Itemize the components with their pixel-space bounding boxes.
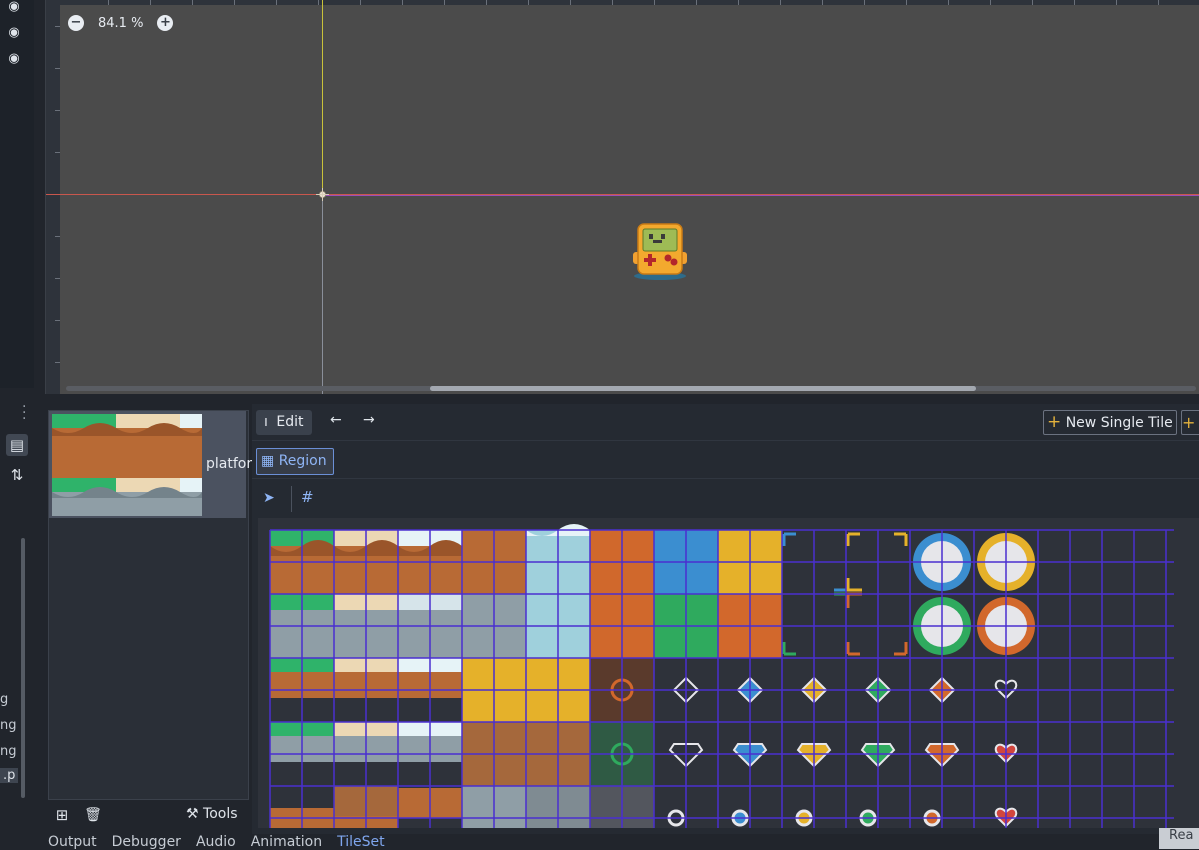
pencil-icon: ı [264,414,268,430]
dock-grip-icon[interactable]: · · · [22,400,30,426]
ruler-tick [55,152,60,153]
ruler-tick [612,0,613,5]
ruler-tick [192,0,193,5]
arrow-right-icon[interactable]: → [363,412,379,428]
cut-off-label: g [0,692,9,707]
tab-audio[interactable]: Audio [196,834,236,850]
layout-toggle-icon[interactable]: ▤ [6,434,28,456]
visibility-eye-icon[interactable]: ◉ [6,52,22,65]
divider [252,440,1199,441]
ruler-tick [55,110,60,111]
region-label: Region [278,453,327,469]
divider [291,486,292,512]
region-icon: ▦ [261,453,275,469]
bottom-panel-tabs: Output Debugger Audio Animation TileSet [48,834,1199,850]
tools-label: Tools [203,806,238,822]
zoom-out-icon[interactable]: − [68,15,84,31]
tileset-texture[interactable] [258,518,1199,828]
ruler-tick [55,236,60,237]
ruler-tick [276,0,277,5]
ruler-tick [55,278,60,279]
ruler-tick [906,0,907,5]
ruler-tick [234,0,235,5]
ruler-tick [1032,0,1033,5]
ruler-tick [654,0,655,5]
edit-button[interactable]: ı Edit [256,410,312,435]
plus-icon: + [1047,412,1062,432]
ruler-tick [696,0,697,5]
plus-icon[interactable]: + [1181,410,1199,435]
ruler-tick [486,0,487,5]
tab-output[interactable]: Output [48,834,97,850]
ruler-tick [318,0,319,5]
ruler-tick [1158,0,1159,5]
ruler-tick [360,0,361,5]
y-axis-line [322,0,323,194]
screen-bound-line [323,195,1199,196]
ruler-tick [402,0,403,5]
divider [252,478,1199,479]
edit-label: Edit [276,414,304,430]
tab-animation[interactable]: Animation [251,834,322,850]
ruler-tick [864,0,865,5]
y-axis-line-lower [322,195,323,394]
new-single-tile-label: New Single Tile [1065,415,1173,431]
2d-viewport[interactable]: − 84.1 % + [45,0,1199,394]
tools-button[interactable]: ⚒ Tools [186,806,238,822]
sort-icon[interactable]: ⇅ [6,464,28,486]
scene-tree-strip: ◉ ◉ ◉ [0,0,34,388]
horizontal-scrollbar[interactable] [430,386,976,391]
arrow-left-icon[interactable]: ← [330,412,346,428]
visibility-eye-icon[interactable]: ◉ [6,0,22,13]
ruler-tick [55,362,60,363]
ruler-tick [948,0,949,5]
player-sprite[interactable] [629,222,691,280]
add-icon[interactable]: ⊞ [53,806,71,824]
ruler-tick [528,0,529,5]
ruler-tick [55,68,60,69]
ruler-tick [444,0,445,5]
visibility-eye-icon[interactable]: ◉ [6,26,22,39]
ruler-tick [780,0,781,5]
tileset-item-label: platfor [206,456,253,472]
top-ruler [46,0,1199,5]
region-button[interactable]: ▦ Region [256,448,334,475]
ruler-tick [1074,0,1075,5]
trash-icon[interactable]: 🗑 [84,806,102,824]
cut-off-label-selected[interactable]: .p [0,768,19,783]
wrench-icon: ⚒ [186,806,199,822]
new-single-tile-button[interactable]: + New Single Tile [1043,410,1177,435]
tab-tileset[interactable]: TileSet [337,834,385,850]
zoom-controls: − 84.1 % + [68,12,174,34]
ruler-tick [570,0,571,5]
grid-snap-icon[interactable]: # [301,488,321,506]
cut-off-label: ng [0,718,17,733]
origin-crosshair-icon[interactable] [316,188,329,201]
ruler-tick [55,26,60,27]
ruler-tick [150,0,151,5]
tileset-canvas[interactable] [258,518,1199,828]
ruler-tick [738,0,739,5]
ruler-tick [1116,0,1117,5]
corner-button[interactable]: Rea [1159,828,1199,849]
cursor-icon[interactable]: ➤ [263,490,279,506]
ruler-tick [55,320,60,321]
ruler-tick [990,0,991,5]
ruler-tick [108,0,109,5]
tileset-thumbnail [52,414,202,516]
tab-debugger[interactable]: Debugger [112,834,181,850]
left-ruler [46,0,60,394]
cut-off-label: ng [0,744,17,759]
ruler-tick [822,0,823,5]
vertical-scrollbar[interactable] [21,538,25,798]
zoom-in-icon[interactable]: + [157,15,174,31]
zoom-level[interactable]: 84.1 % [98,16,143,31]
